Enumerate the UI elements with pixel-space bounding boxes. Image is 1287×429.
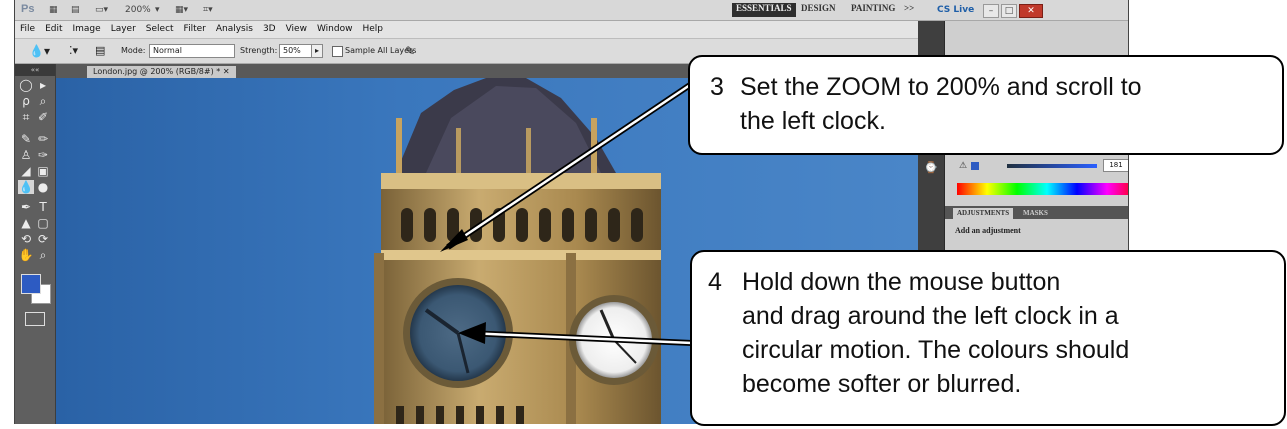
bridge-icon[interactable]: ▦ [49,4,58,16]
step3-number: 3 [710,73,724,101]
workspace-painting[interactable]: PAINTING [847,3,899,17]
history-panel-icon[interactable]: ⌚ [924,161,938,174]
step3-text: Set the ZOOM to 200% and scroll to the l… [740,73,1142,135]
eraser-tool-icon[interactable]: ◢ [18,164,34,178]
menu-analysis[interactable]: Analysis [211,21,258,38]
strength-input[interactable]: 50% [279,44,313,58]
sample-all-layers-checkbox[interactable] [332,46,343,57]
3d-orbit-tool-icon[interactable]: ⟳ [35,232,51,246]
strength-slider-toggle-icon[interactable]: ▸ [311,44,323,58]
workspace-more[interactable]: >> [900,3,918,17]
step3-callout: 3 Set the ZOOM to 200% and scroll to the… [688,55,1284,155]
history-brush-tool-icon[interactable]: ✑ [35,148,51,162]
workspace-essentials[interactable]: ESSENTIALS [732,3,796,17]
adjustments-tab[interactable]: ADJUSTMENTS [953,208,1014,219]
type-tool-icon[interactable]: T [35,200,51,214]
menu-window[interactable]: Window [312,21,358,38]
photoshop-logo: Ps [21,3,35,15]
maximize-icon[interactable]: □ [1001,4,1017,18]
quick-selection-tool-icon[interactable]: ⌕ [35,94,51,108]
3d-rotate-tool-icon[interactable]: ⟲ [18,232,34,246]
shape-tool-icon[interactable]: ▢ [35,216,51,230]
healing-brush-tool-icon[interactable]: ✎ [18,132,34,146]
menu-view[interactable]: View [281,21,312,38]
menu-filter[interactable]: Filter [179,21,211,38]
quick-mask-icon[interactable] [25,312,45,326]
document-tab-title: London.jpg @ 200% (RGB/8#) * [93,67,221,76]
tools-panel-header-icon[interactable]: «« [15,64,55,76]
dodge-tool-icon[interactable]: ● [35,180,51,194]
step4-number: 4 [708,268,722,296]
color-ramp[interactable] [957,183,1128,195]
mode-label: Mode: [121,46,146,55]
path-selection-tool-icon[interactable]: ▲ [18,216,34,230]
gradient-tool-icon[interactable]: ▣ [35,164,51,178]
clone-stamp-tool-icon[interactable]: ♙ [18,148,34,162]
pressure-brush-icon[interactable]: ✎ [405,44,415,58]
arrange-documents-icon[interactable]: ▦▾ [175,4,188,16]
brush-size-icon[interactable]: ⁚▾ [69,44,78,58]
warning-icon[interactable]: ⚠ [959,161,967,171]
menu-layer[interactable]: Layer [106,21,141,38]
hand-tool-icon[interactable]: ✋ [18,248,34,262]
zoom-tool-icon[interactable]: ⌕ [35,248,51,262]
b-slider[interactable] [1007,164,1097,168]
menu-edit[interactable]: Edit [40,21,67,38]
document-tab[interactable]: London.jpg @ 200% (RGB/8#) * ✕ [87,66,236,78]
close-tab-icon[interactable]: ✕ [223,67,230,76]
step4-callout: 4 Hold down the mouse button and drag ar… [690,250,1286,426]
menu-3d[interactable]: 3D [258,21,281,38]
close-icon[interactable]: ✕ [1019,4,1043,18]
crop-tool-icon[interactable]: ⌗ [18,110,34,124]
brush-panel-icon[interactable]: ▤ [95,44,105,58]
step4-text: Hold down the mouse button and drag arou… [742,268,1130,398]
b-value-input[interactable]: 181 [1103,159,1128,172]
blur-tool-icon[interactable]: 💧 [18,180,34,194]
mode-select[interactable]: Normal [149,44,235,58]
mini-bridge-icon[interactable]: ▤ [71,4,80,16]
application-bar: Ps ▦ ▤ ▭▾ 200% ▾ ▦▾ ⌗▾ ESSENTIALS DESIGN… [15,0,1128,21]
gamut-color-swatch[interactable] [971,162,979,170]
view-extras-icon[interactable]: ▭▾ [95,4,108,16]
blur-tool-preset-icon[interactable]: 💧▾ [29,44,50,58]
menu-file[interactable]: File [15,21,40,38]
workspace-design[interactable]: DESIGN [797,3,840,17]
tools-panel: «« ◯ ▸ ρ ⌕ ⌗ ✐ ✎ ✏ ♙ ✑ ◢ ▣ 💧 ● ✒ T ▲ ▢ ⟲… [15,64,56,424]
add-adjustment-label: Add an adjustment [955,226,1021,235]
menu-help[interactable]: Help [357,21,388,38]
adjustments-tab-bar: ADJUSTMENTS MASKS [945,206,1128,219]
foreground-color-swatch[interactable] [21,274,41,294]
lasso-tool-icon[interactable]: ρ [18,94,34,108]
cs-live-button[interactable]: CS Live [937,4,974,16]
zoom-dropdown-chevron-icon[interactable]: ▾ [155,4,160,16]
pen-tool-icon[interactable]: ✒ [18,200,34,214]
screen-mode-icon[interactable]: ⌗▾ [203,4,213,16]
move-tool-icon[interactable]: ▸ [35,78,51,92]
minimize-icon[interactable]: – [983,4,999,18]
eyedropper-tool-icon[interactable]: ✐ [35,110,51,124]
menu-image[interactable]: Image [68,21,106,38]
menu-select[interactable]: Select [141,21,179,38]
masks-tab[interactable]: MASKS [1019,208,1052,219]
zoom-level-dropdown[interactable]: 200% [125,4,151,16]
brush-tool-icon[interactable]: ✏ [35,132,51,146]
strength-label: Strength: [240,46,278,55]
ellipse-marquee-tool-icon[interactable]: ◯ [18,78,34,92]
